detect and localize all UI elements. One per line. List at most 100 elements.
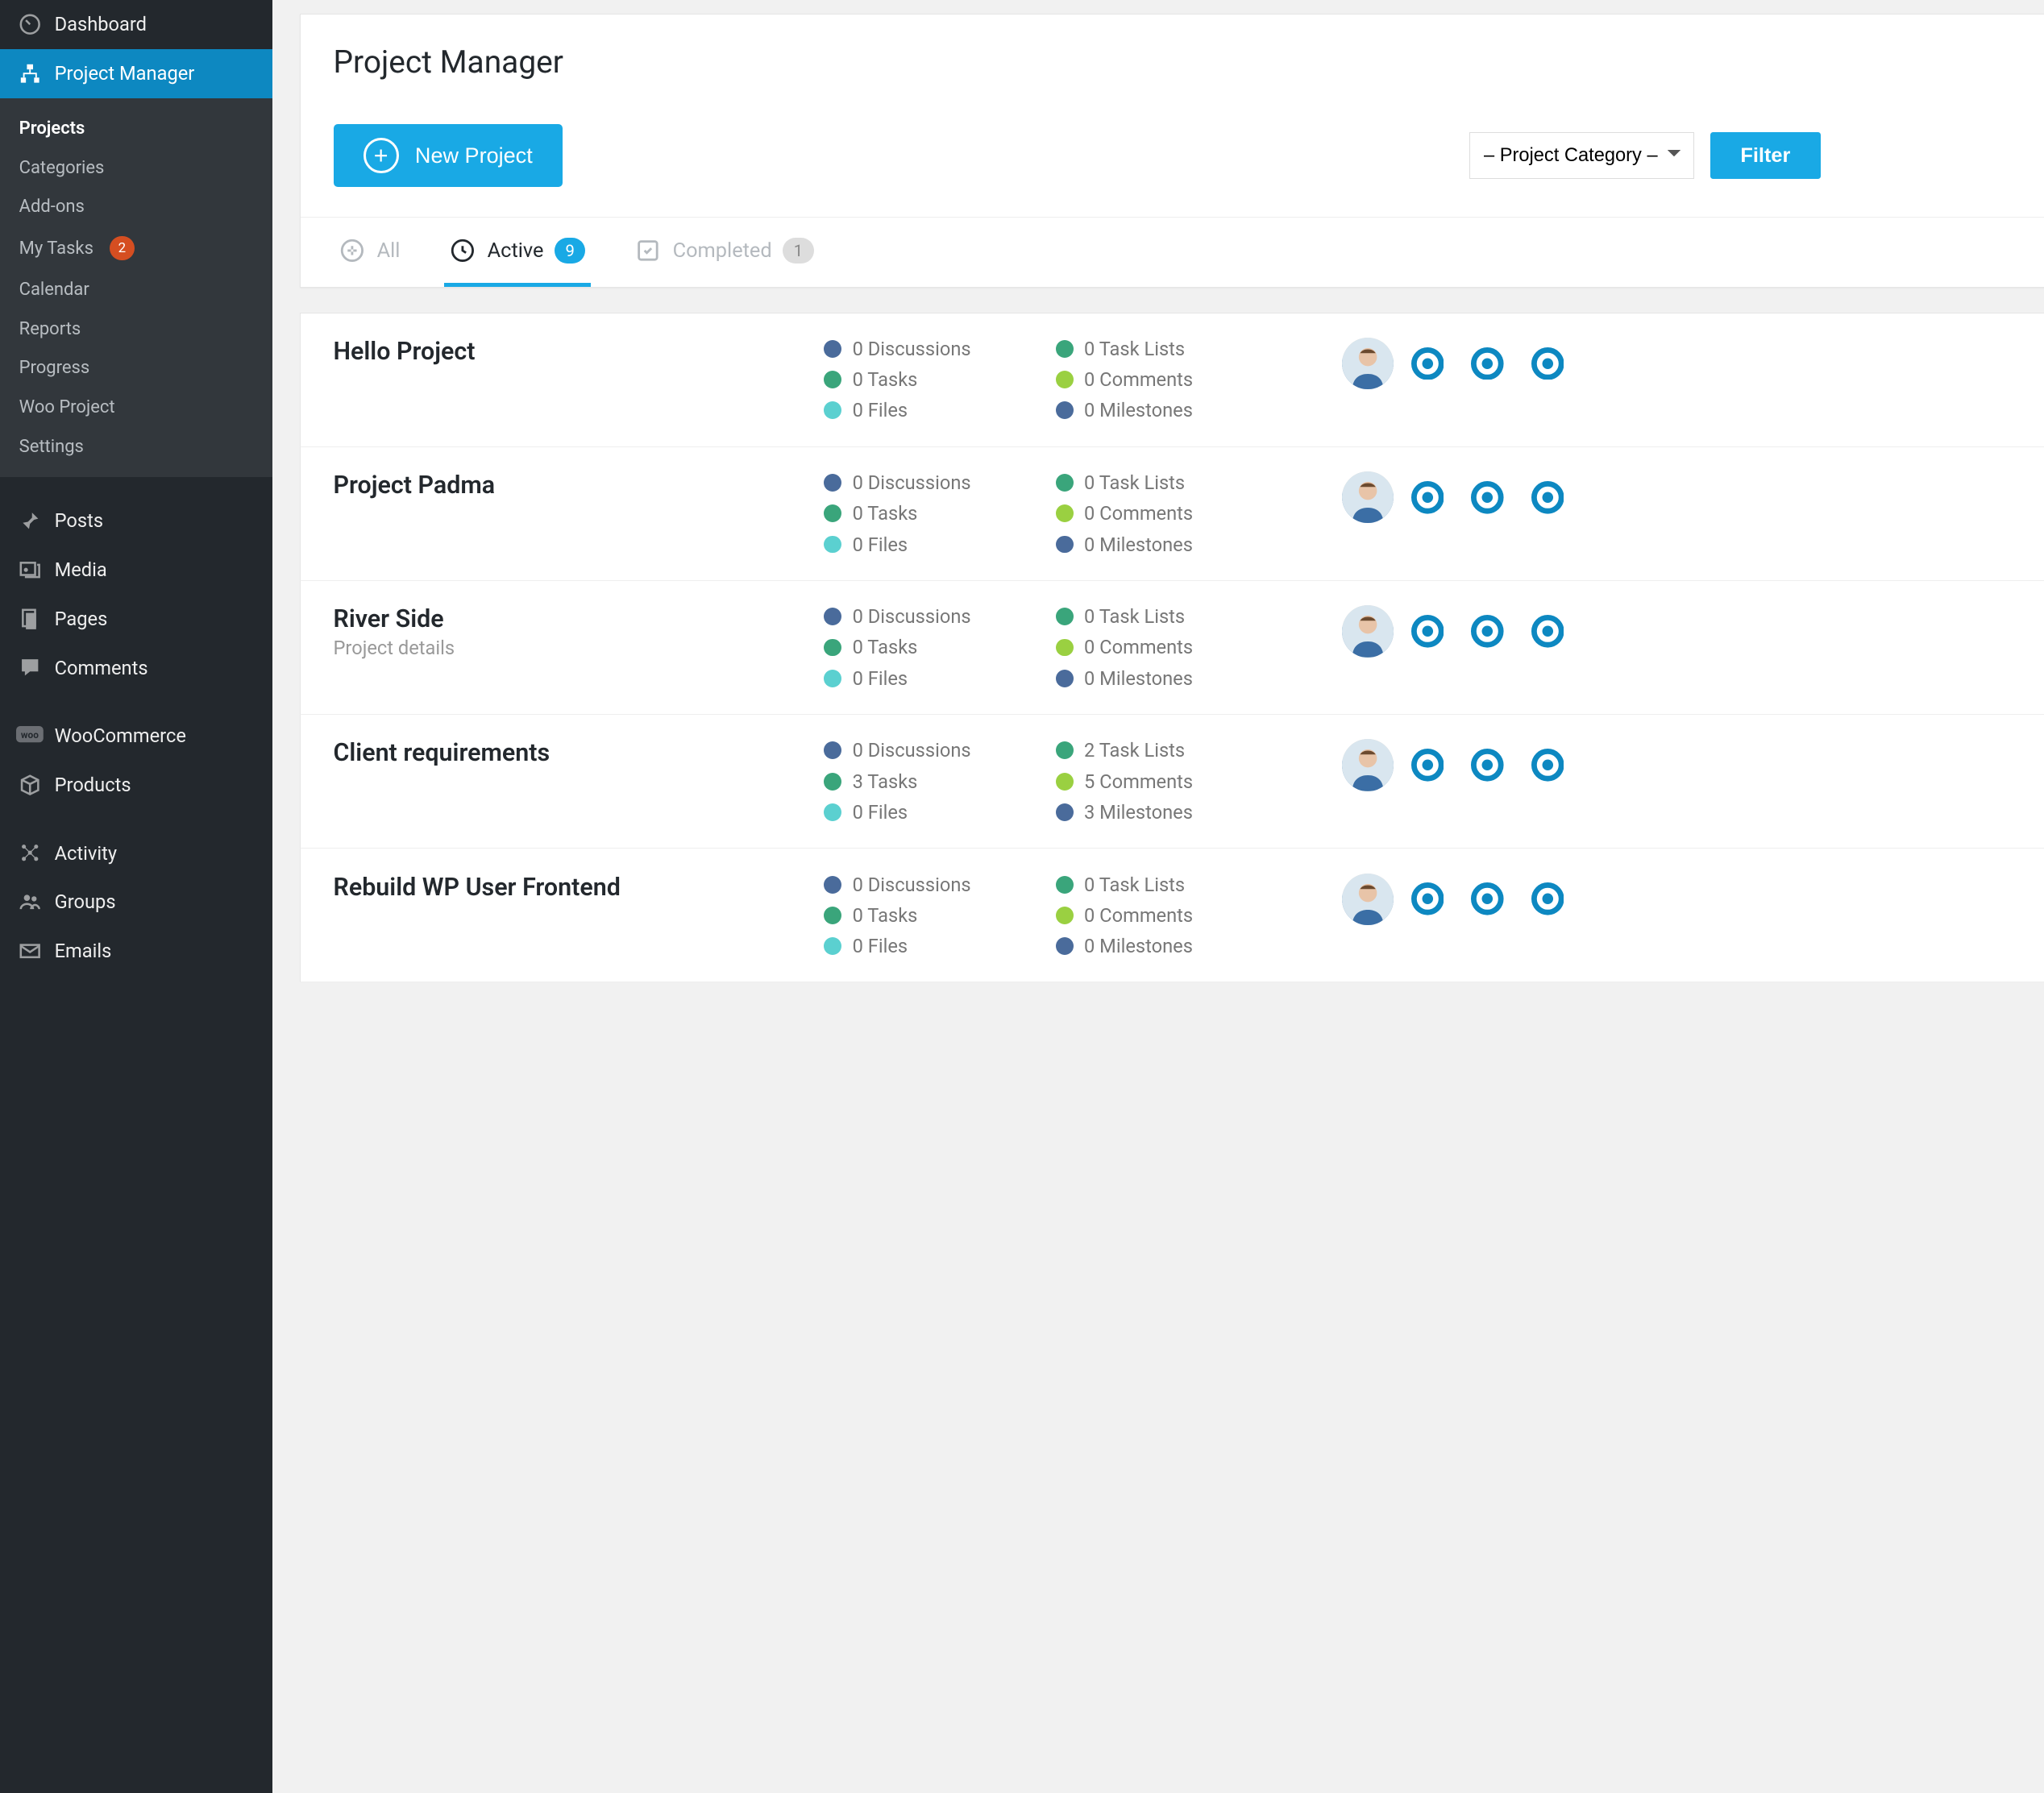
user-avatar[interactable] bbox=[1461, 874, 1513, 925]
nav-item-media[interactable]: Media bbox=[0, 546, 272, 595]
stat-files: 0 Files bbox=[824, 935, 1028, 957]
user-avatar[interactable] bbox=[1342, 874, 1394, 925]
sidebar-sub-add-ons[interactable]: Add-ons bbox=[0, 188, 272, 227]
sidebar-sub-projects[interactable]: Projects bbox=[0, 109, 272, 148]
dot-icon bbox=[1056, 608, 1074, 625]
comment-icon bbox=[16, 654, 44, 682]
project-row[interactable]: Project Padma0 Discussions0 Task Lists0 … bbox=[300, 447, 2044, 581]
email-icon bbox=[16, 937, 44, 965]
tab-active[interactable]: Active 9 bbox=[444, 218, 592, 287]
dot-icon bbox=[1056, 371, 1074, 388]
all-icon bbox=[339, 237, 366, 264]
project-row[interactable]: Rebuild WP User Frontend0 Discussions0 T… bbox=[300, 849, 2044, 982]
sidebar-sub-calendar[interactable]: Calendar bbox=[0, 270, 272, 309]
dot-icon bbox=[824, 401, 841, 419]
nav-item-dashboard[interactable]: Dashboard bbox=[0, 0, 272, 49]
nav-item-project-manager[interactable]: Project Manager bbox=[0, 49, 272, 98]
user-avatar[interactable] bbox=[1522, 874, 1573, 925]
dashboard-icon bbox=[16, 11, 44, 39]
project-list: Hello Project0 Discussions0 Task Lists0 … bbox=[300, 313, 2044, 983]
sidebar-sub-woo-project[interactable]: Woo Project bbox=[0, 388, 272, 427]
stat-milestones: 3 Milestones bbox=[1056, 801, 1261, 824]
project-avatars bbox=[1342, 605, 1573, 657]
dot-icon bbox=[1056, 639, 1074, 657]
stat-comments: 0 Comments bbox=[1056, 502, 1261, 525]
user-avatar[interactable] bbox=[1461, 471, 1513, 523]
nav-item-woocommerce[interactable]: wooWooCommerce bbox=[0, 712, 272, 761]
stat-files: 0 Files bbox=[824, 667, 1028, 690]
activity-icon bbox=[16, 840, 44, 867]
woo-icon: woo bbox=[16, 722, 44, 749]
user-avatar[interactable] bbox=[1402, 471, 1453, 523]
dot-icon bbox=[1056, 401, 1074, 419]
sidebar-sub-categories[interactable]: Categories bbox=[0, 148, 272, 188]
user-avatar[interactable] bbox=[1461, 739, 1513, 791]
user-avatar[interactable] bbox=[1342, 605, 1394, 657]
tab-completed[interactable]: Completed 1 bbox=[629, 218, 820, 287]
project-row[interactable]: River SideProject details0 Discussions0 … bbox=[300, 581, 2044, 715]
stat-comments: 0 Comments bbox=[1056, 904, 1261, 927]
dot-icon bbox=[1056, 741, 1074, 759]
user-avatar[interactable] bbox=[1342, 338, 1394, 389]
tab-all[interactable]: All bbox=[334, 218, 406, 287]
dot-icon bbox=[1056, 773, 1074, 791]
sidebar-sub-settings[interactable]: Settings bbox=[0, 427, 272, 467]
project-row[interactable]: Client requirements0 Discussions2 Task L… bbox=[300, 715, 2044, 849]
project-title: River Side bbox=[334, 605, 825, 633]
nav-label: Dashboard bbox=[55, 13, 147, 35]
user-avatar[interactable] bbox=[1461, 338, 1513, 389]
nav-label: Products bbox=[55, 774, 131, 796]
dot-icon bbox=[824, 907, 841, 924]
user-avatar[interactable] bbox=[1522, 471, 1573, 523]
nav-item-products[interactable]: Products bbox=[0, 761, 272, 810]
completed-count-badge: 1 bbox=[783, 238, 813, 264]
new-project-button[interactable]: + New Project bbox=[334, 124, 563, 187]
stat-comments: 0 Comments bbox=[1056, 368, 1261, 391]
user-avatar[interactable] bbox=[1342, 739, 1394, 791]
project-category-select[interactable]: – Project Category – bbox=[1469, 132, 1694, 178]
stat-discussions: 0 Discussions bbox=[824, 874, 1028, 896]
dot-icon bbox=[824, 773, 841, 791]
project-title: Hello Project bbox=[334, 338, 825, 366]
project-row[interactable]: Hello Project0 Discussions 0 Task Lists 0 … bbox=[300, 313, 2044, 447]
stat-comments: 0 Comments bbox=[1056, 636, 1261, 658]
stat-tasklists: 0 Task Lists bbox=[1056, 338, 1261, 360]
stat-discussions: 0 Discussions bbox=[824, 605, 1028, 628]
dot-icon bbox=[824, 670, 841, 687]
nav-item-posts[interactable]: Posts bbox=[0, 496, 272, 546]
user-avatar[interactable] bbox=[1402, 739, 1453, 791]
user-avatar[interactable] bbox=[1402, 338, 1453, 389]
nav-item-groups[interactable]: Groups bbox=[0, 878, 272, 927]
user-avatar[interactable] bbox=[1461, 605, 1513, 657]
filter-button[interactable]: Filter bbox=[1710, 132, 1820, 178]
project-avatars bbox=[1342, 739, 1573, 791]
user-avatar[interactable] bbox=[1522, 605, 1573, 657]
user-avatar[interactable] bbox=[1402, 605, 1453, 657]
status-tabs: All Active 9 Completed 1 bbox=[301, 217, 2044, 287]
sidebar-sub-progress[interactable]: Progress bbox=[0, 349, 272, 388]
user-avatar[interactable] bbox=[1402, 874, 1453, 925]
nav-item-pages[interactable]: Pages bbox=[0, 594, 272, 643]
plus-icon: + bbox=[364, 138, 399, 173]
nav-label: Comments bbox=[55, 657, 148, 679]
nav-item-emails[interactable]: Emails bbox=[0, 927, 272, 976]
user-avatar[interactable] bbox=[1522, 338, 1573, 389]
user-avatar[interactable] bbox=[1342, 471, 1394, 523]
dot-icon bbox=[824, 803, 841, 821]
stat-discussions: 0 Discussions bbox=[824, 338, 1028, 360]
box-icon bbox=[16, 771, 44, 799]
nav-item-activity[interactable]: Activity bbox=[0, 828, 272, 878]
sidebar-sub-my-tasks[interactable]: My Tasks2 bbox=[0, 226, 272, 270]
dot-icon bbox=[824, 340, 841, 358]
stat-tasks: 0 Tasks bbox=[824, 904, 1028, 927]
nav-item-comments[interactable]: Comments bbox=[0, 643, 272, 692]
user-avatar[interactable] bbox=[1522, 739, 1573, 791]
dot-icon bbox=[824, 639, 841, 657]
stat-milestones: 0 Milestones bbox=[1056, 667, 1261, 690]
project-avatars bbox=[1342, 874, 1573, 925]
dot-icon bbox=[1056, 876, 1074, 894]
sidebar-sub-reports[interactable]: Reports bbox=[0, 309, 272, 349]
nav-label: Activity bbox=[55, 842, 117, 865]
active-count-badge: 9 bbox=[555, 238, 585, 264]
main-content: Project Manager + New Project – Project … bbox=[272, 0, 2044, 1793]
